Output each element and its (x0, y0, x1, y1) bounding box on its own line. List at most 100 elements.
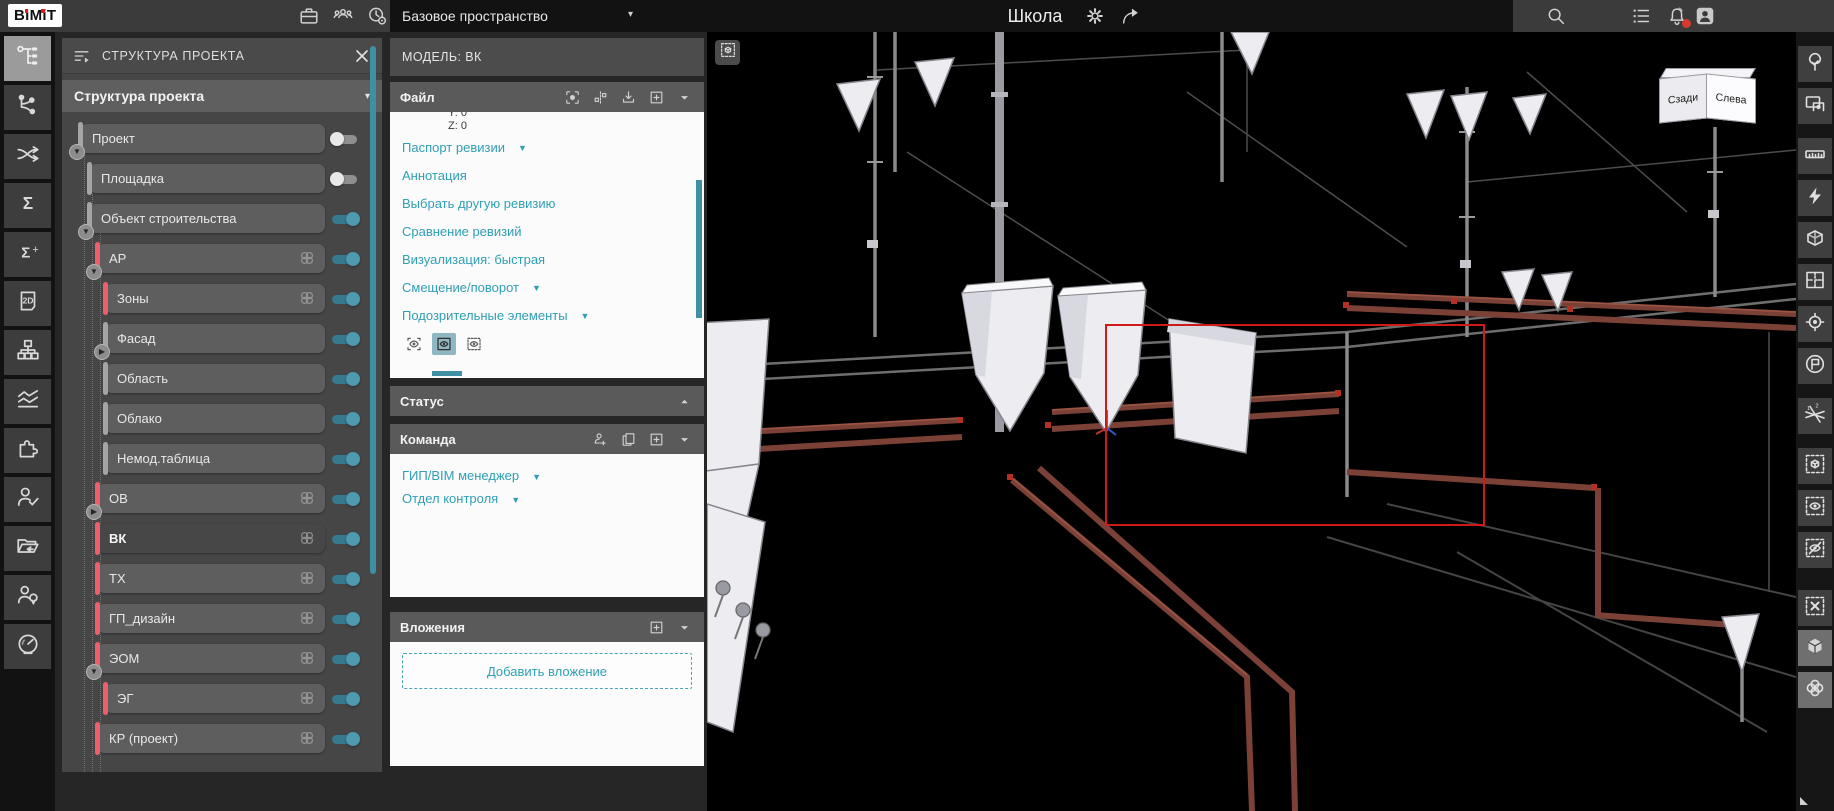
tool-show-eye[interactable] (1798, 490, 1832, 526)
tool-gauge[interactable] (4, 624, 51, 669)
tree-item-ТХ[interactable]: ТХ (97, 564, 325, 593)
expand-collapse-icon[interactable]: ▼ (86, 664, 102, 680)
expand--icon[interactable]: ▶ (94, 344, 110, 360)
tool-lightning[interactable] (1798, 180, 1832, 216)
tree-item-ВК[interactable]: ВК (97, 524, 325, 553)
visibility-toggle-Площадка[interactable] (330, 171, 360, 187)
tree-item-Область[interactable]: Область (105, 364, 325, 393)
link-Паспорт ревизии[interactable]: Паспорт ревизии▼ (390, 133, 704, 161)
topbar-list-icon[interactable] (1628, 3, 1654, 29)
tool-axes[interactable]: 12 (1798, 398, 1832, 434)
expand-collapse-icon[interactable]: ▼ (69, 144, 85, 160)
visibility-toggle-ВК[interactable] (330, 531, 360, 547)
tree-item-Немод.таблица[interactable]: Немод.таблица (105, 444, 325, 473)
tree-item-ЭГ[interactable]: ЭГ (105, 684, 325, 713)
status-section-header[interactable]: Статус (390, 386, 704, 416)
attachments-section-header[interactable]: Вложения (390, 612, 704, 642)
link-Подозрительные элементы[interactable]: Подозрительные элементы▼ (390, 301, 704, 329)
tool-org-chart[interactable] (4, 330, 51, 375)
attachments-caret-down-icon[interactable] (674, 617, 694, 637)
topbar-share-icon[interactable] (1118, 3, 1144, 29)
file-split-icon[interactable] (590, 87, 610, 107)
visibility-toggle-ТХ[interactable] (330, 571, 360, 587)
panel-menu-icon[interactable] (72, 46, 92, 66)
expand-collapse-icon[interactable]: ▼ (86, 264, 102, 280)
link-Отдел контроля[interactable]: Отдел контроля▼ (390, 487, 704, 510)
topbar-bell-icon[interactable] (1664, 3, 1690, 29)
tool-sigma-plus[interactable]: Σ+ (4, 232, 51, 277)
viewport-3d[interactable]: Сзади Слева (707, 32, 1796, 811)
topbar-time-icon[interactable] (364, 3, 390, 29)
team-person-add-icon[interactable] (590, 429, 610, 449)
tool-section-box[interactable] (1798, 222, 1832, 258)
tree-item-Площадка[interactable]: Площадка (89, 164, 325, 193)
tool-clear-x[interactable] (1798, 590, 1832, 626)
view-button-eye-dashed[interactable] (462, 333, 486, 355)
team-caret-down-icon[interactable] (674, 429, 694, 449)
close-icon[interactable] (352, 46, 372, 66)
tool-tree[interactable] (1798, 46, 1832, 82)
tree-scrollbar[interactable] (370, 46, 376, 574)
nav-cube-left-face[interactable]: Слева (1706, 73, 1756, 123)
workspace-caret-icon[interactable]: ▾ (628, 0, 633, 32)
topbar-gear-icon[interactable] (1082, 3, 1108, 29)
navigation-cube[interactable]: Сзади Слева (1659, 70, 1759, 126)
tree-item-Облако[interactable]: Облако (105, 404, 325, 433)
tool-orbit[interactable] (1798, 672, 1832, 708)
tool-capture[interactable] (1798, 88, 1832, 124)
tool-hide-eye[interactable] (1798, 532, 1832, 568)
file-focus-scan-icon[interactable] (562, 87, 582, 107)
add-attachment-button[interactable]: Добавить вложение (402, 653, 692, 689)
file-horizontal-scrollbar[interactable] (432, 371, 462, 376)
link-Аннотация[interactable]: Аннотация (390, 161, 704, 189)
tool-doc-2d[interactable]: 2D (4, 281, 51, 326)
topbar-search-icon[interactable] (1543, 3, 1569, 29)
visibility-toggle-Фасад[interactable] (330, 331, 360, 347)
tool-chart-lines[interactable] (4, 379, 51, 424)
visibility-toggle-КР (проект)[interactable] (330, 731, 360, 747)
view-button-eye-corners[interactable] (402, 333, 426, 355)
viewport-mode-button[interactable] (715, 40, 740, 65)
tree-item-ЭОМ[interactable]: ЭОМ (97, 644, 325, 673)
tool-sigma[interactable]: Σ (4, 183, 51, 228)
link-Выбрать другую ревизию[interactable]: Выбрать другую ревизию (390, 189, 704, 217)
resize-handle[interactable] (1800, 797, 1808, 805)
visibility-toggle-Проект[interactable] (330, 131, 360, 147)
tree-item-Зоны[interactable]: Зоны (105, 284, 325, 313)
tool-puzzle[interactable] (4, 428, 51, 473)
visibility-toggle-ОВ[interactable] (330, 491, 360, 507)
expand--icon[interactable]: ▶ (86, 504, 102, 520)
link-ГИП/BIM менеджер[interactable]: ГИП/BIM менеджер▼ (390, 464, 704, 487)
tree-item-Фасад[interactable]: Фасад (105, 324, 325, 353)
tree-item-АР[interactable]: АР (97, 244, 325, 273)
link-Смещение/поворот[interactable]: Смещение/поворот▼ (390, 273, 704, 301)
visibility-toggle-Объект строительства[interactable] (330, 211, 360, 227)
tree-item-ОВ[interactable]: ОВ (97, 484, 325, 513)
workspace-selector-label[interactable]: Базовое пространство (402, 0, 548, 32)
file-add-icon[interactable] (646, 87, 666, 107)
topbar-profile-icon[interactable] (1692, 3, 1718, 29)
tool-flag[interactable] (1798, 348, 1832, 384)
file-section-header[interactable]: Файл (390, 82, 704, 112)
link-Сравнение ревизий[interactable]: Сравнение ревизий (390, 217, 704, 245)
tool-branch[interactable] (4, 85, 51, 130)
tree-item-ГП_дизайн[interactable]: ГП_дизайн (97, 604, 325, 633)
tool-structure[interactable] (4, 36, 51, 81)
topbar-team-icon[interactable] (330, 3, 356, 29)
tool-select-cube[interactable] (1798, 448, 1832, 484)
team-section-header[interactable]: Команда (390, 424, 704, 454)
expand-collapse-icon[interactable]: ▼ (78, 224, 94, 240)
tool-shuffle[interactable] (4, 134, 51, 179)
topbar-briefcase-icon[interactable] (296, 3, 322, 29)
tool-user-pin[interactable] (4, 575, 51, 620)
tool-folder-share[interactable] (4, 526, 51, 571)
file-download-icon[interactable] (618, 87, 638, 107)
tree-item-Объект строительства[interactable]: Объект строительства (89, 204, 325, 233)
team-add-icon[interactable] (646, 429, 666, 449)
file-caret-down-icon[interactable] (674, 87, 694, 107)
visibility-toggle-Область[interactable] (330, 371, 360, 387)
tool-view-cube[interactable] (1798, 630, 1832, 666)
tool-floorplan[interactable] (1798, 264, 1832, 300)
tool-ruler[interactable] (1798, 138, 1832, 174)
team-copy-icon[interactable] (618, 429, 638, 449)
